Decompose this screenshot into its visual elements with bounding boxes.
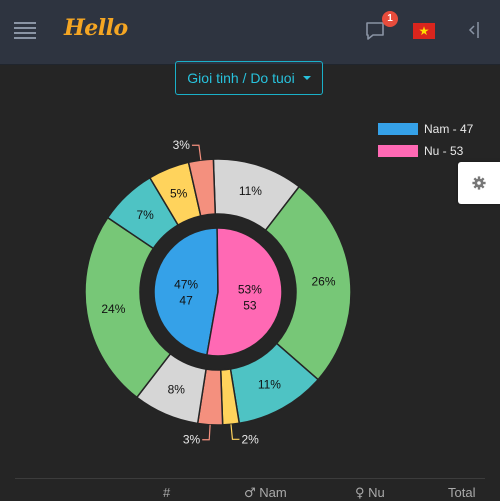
inner-slice-value-label: 47	[179, 293, 193, 307]
outer-slice-leader-line	[191, 144, 202, 161]
legend-swatch-nu	[378, 145, 418, 157]
table-divider	[15, 478, 485, 479]
table-header-nam[interactable]: ♂ Nam	[244, 485, 287, 501]
chart-legend: Nam - 47 Nu - 53	[378, 118, 473, 162]
outer-slice-label: 26%	[311, 275, 335, 289]
outer-slice-label: 3%	[173, 138, 191, 152]
table-header-nam-label: Nam	[259, 485, 287, 500]
female-icon: ♀	[355, 486, 365, 501]
outer-slice-leader-line	[202, 424, 211, 441]
outer-slice-leader-line	[230, 424, 240, 440]
gear-icon	[472, 176, 486, 190]
outer-slice-label: 2%	[241, 432, 259, 446]
outer-slice-label: 11%	[258, 378, 281, 392]
table-header-index[interactable]: #	[163, 485, 170, 500]
table-header-nu-label: Nu	[368, 485, 385, 500]
legend-label-nu: Nu - 53	[424, 144, 464, 158]
inner-slice-percent-label: 47%	[174, 277, 198, 291]
inner-slice-nam[interactable]	[153, 227, 219, 356]
legend-label-nam: Nam - 47	[424, 122, 474, 136]
legend-swatch-nam	[378, 123, 418, 135]
inner-slice-value-label: 53	[243, 299, 257, 313]
table-header-nu[interactable]: ♀ Nu	[355, 485, 385, 501]
settings-tab[interactable]	[458, 162, 500, 204]
inner-slice-percent-label: 53%	[238, 283, 262, 297]
outer-slice-label: 11%	[239, 184, 262, 198]
outer-slice-label: 3%	[183, 433, 201, 447]
legend-item-nu[interactable]: Nu - 53	[378, 140, 473, 162]
outer-slice-label: 24%	[101, 302, 125, 316]
legend-item-nam[interactable]: Nam - 47	[378, 118, 473, 140]
table-header-total[interactable]: Total	[448, 485, 475, 500]
outer-slice-label: 7%	[136, 208, 154, 222]
outer-slice-label: 8%	[168, 382, 186, 396]
outer-slice-label: 5%	[170, 187, 188, 201]
male-icon: ♂	[244, 486, 256, 501]
gender-age-donut-chart: 47% 47 53% 53 11% 26% 11% 2% 3% 8% 24% 7% 5% 3%	[84, 138, 352, 447]
